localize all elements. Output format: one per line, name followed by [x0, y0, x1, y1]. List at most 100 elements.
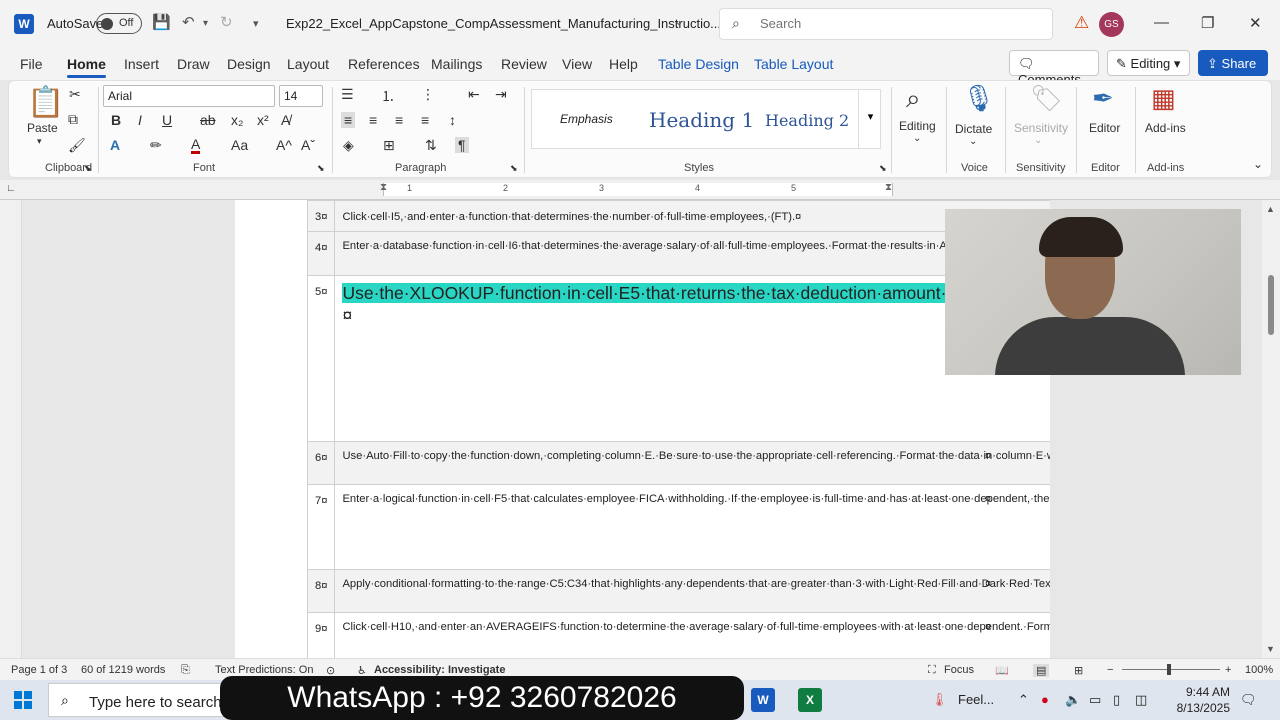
record-icon[interactable]: ● — [1041, 692, 1049, 707]
justify-icon[interactable]: ≡ — [421, 112, 429, 128]
grow-font-icon[interactable]: A^ — [276, 137, 292, 153]
notifications-icon[interactable]: 🗨 — [1240, 692, 1257, 708]
copy-icon[interactable]: ⧉ — [68, 111, 78, 128]
autosave-toggle[interactable]: Off — [96, 13, 142, 34]
show-hidden-icons-icon[interactable]: ⌃ — [1018, 692, 1029, 708]
page-count[interactable]: Page 1 of 3 — [11, 664, 67, 676]
italic-icon[interactable]: I — [138, 112, 142, 128]
zoom-slider-thumb[interactable] — [1167, 664, 1171, 675]
paste-dropdown-icon[interactable]: ▾ — [37, 136, 42, 147]
format-painter-icon[interactable]: 🖌 — [68, 137, 86, 154]
step-description[interactable]: Use·Auto·Fill·to·copy·the·function·down,… — [334, 441, 1050, 485]
strikethrough-icon[interactable]: ab — [200, 112, 216, 128]
clipboard-launcher-icon[interactable]: ⬊ — [84, 163, 92, 174]
align-center-icon[interactable]: ≡ — [369, 112, 377, 128]
show-formatting-marks-icon[interactable]: ¶ — [455, 137, 469, 153]
style-emphasis[interactable]: Emphasis — [560, 112, 613, 126]
tab-layout[interactable]: Layout — [287, 56, 329, 72]
paragraph-launcher-icon[interactable]: ⬊ — [510, 163, 518, 174]
tab-design[interactable]: Design — [227, 56, 271, 72]
sort-icon[interactable]: ⇅ — [425, 137, 437, 154]
proofing-icon[interactable]: ⎘ — [181, 664, 190, 677]
step-description[interactable]: Click·cell·I5,·and·enter·a·function·that… — [334, 200, 1050, 232]
scroll-up-icon[interactable]: ▲ — [1266, 204, 1275, 214]
windows-start-icon[interactable] — [14, 691, 32, 709]
zoom-level[interactable]: 100% — [1245, 664, 1273, 676]
zoom-out-icon[interactable]: − — [1107, 664, 1113, 676]
restore-icon[interactable]: ❐ — [1201, 14, 1214, 32]
undo-icon[interactable]: ↶ — [182, 13, 195, 31]
add-ins-icon[interactable]: ▦ — [1151, 83, 1176, 114]
zoom-in-icon[interactable]: + — [1225, 664, 1231, 676]
tab-mailings[interactable]: Mailings — [431, 56, 482, 72]
battery-icon[interactable]: ▯ — [1113, 692, 1120, 708]
decrease-indent-icon[interactable]: ⇤ — [468, 86, 480, 103]
tab-references[interactable]: References — [348, 56, 420, 72]
shading-icon[interactable]: ◈ — [343, 137, 354, 154]
styles-more-button[interactable]: ▾ — [858, 90, 882, 148]
editing-dropdown-icon[interactable]: ⌄ — [913, 133, 921, 144]
editor-label[interactable]: Editor — [1089, 121, 1120, 135]
underline-icon[interactable]: U — [162, 112, 172, 128]
font-size-select[interactable]: 14 — [279, 85, 323, 107]
step-description-selected[interactable]: Use·the·XLOOKUP·function·in·cell·E5·that… — [334, 275, 1050, 442]
title-dropdown-icon[interactable]: ⌄ — [674, 14, 684, 28]
scrollbar-thumb[interactable] — [1268, 275, 1274, 335]
right-indent-marker-icon[interactable]: ⧗ — [885, 182, 892, 193]
tab-file[interactable]: File — [20, 56, 43, 72]
avatar[interactable]: GS — [1099, 12, 1124, 37]
weather-text[interactable]: Feel... — [958, 692, 994, 707]
dictate-dropdown-icon[interactable]: ⌄ — [969, 136, 977, 147]
editing-label[interactable]: Editing — [899, 119, 936, 133]
subscript-icon[interactable]: x₂ — [231, 112, 243, 128]
text-predictions[interactable]: Text Predictions: On — [215, 664, 313, 676]
highlighted-text[interactable]: Use·the·XLOOKUP·function·in·cell·E5·that… — [342, 283, 1050, 303]
warning-icon[interactable]: ⚠ — [1074, 13, 1089, 33]
microphone-icon[interactable]: 🎙 — [962, 83, 995, 114]
styles-launcher-icon[interactable]: ⬊ — [879, 163, 887, 174]
add-ins-label[interactable]: Add-ins — [1145, 121, 1186, 135]
multilevel-list-icon[interactable]: ⋮ — [421, 86, 435, 103]
tab-insert[interactable]: Insert — [124, 56, 159, 72]
accessibility-status[interactable]: Accessibility: Investigate — [374, 664, 505, 676]
tab-review[interactable]: Review — [501, 56, 547, 72]
indent-marker-icon[interactable]: ⧗ — [380, 182, 387, 193]
dictate-label[interactable]: Dictate — [955, 122, 992, 136]
tab-help[interactable]: Help — [609, 56, 638, 72]
paste-icon[interactable]: 📋 — [27, 85, 64, 120]
style-heading-2[interactable]: Heading 2 — [765, 111, 849, 130]
print-layout-icon[interactable]: ▤ — [1033, 664, 1050, 677]
step-description[interactable]: Click·cell·H10,·and·enter·an·AVERAGEIFS·… — [334, 612, 1050, 658]
bold-icon[interactable]: B — [111, 112, 121, 128]
meet-icon[interactable]: ◫ — [1135, 692, 1147, 708]
font-launcher-icon[interactable]: ⬊ — [317, 163, 325, 174]
tab-home[interactable]: Home — [67, 56, 106, 78]
excel-taskbar-icon[interactable]: X — [798, 688, 822, 712]
document-page[interactable]: 3¤ Click·cell·I5,·and·enter·a·function·t… — [235, 200, 1050, 658]
tab-view[interactable]: View — [562, 56, 592, 72]
taskbar-search[interactable]: ⌕ Type here to search — [48, 683, 228, 717]
clear-formatting-icon[interactable]: A̸ — [281, 112, 290, 128]
line-spacing-icon[interactable]: ↕ — [449, 112, 456, 128]
zoom-slider[interactable] — [1122, 669, 1220, 670]
change-case-icon[interactable]: Aa — [231, 137, 248, 153]
read-mode-icon[interactable]: 📖 — [995, 664, 1009, 677]
redo-icon[interactable]: ↻ — [220, 13, 233, 31]
comments-button[interactable]: 🗨 Comments — [1009, 50, 1099, 87]
numbering-icon[interactable]: ⒈ — [381, 86, 395, 106]
font-color-icon[interactable]: A — [191, 137, 201, 154]
document-title[interactable]: Exp22_Excel_AppCapstone_CompAssessment_M… — [286, 16, 721, 31]
step-description[interactable]: Enter·a·logical·function·in·cell·F5·that… — [334, 484, 1050, 570]
shrink-font-icon[interactable]: Aˇ — [301, 137, 315, 153]
close-icon[interactable]: ✕ — [1249, 14, 1262, 32]
find-icon[interactable]: ⌕ — [906, 83, 921, 115]
highlight-color-icon[interactable]: ✏ — [150, 137, 162, 154]
font-name-select[interactable]: Arial — [103, 85, 275, 107]
vertical-scrollbar[interactable]: ▲ ▼ — [1262, 200, 1280, 658]
editor-icon[interactable]: ✒ — [1092, 83, 1114, 114]
clock[interactable]: 9:44 AM 8/13/2025 — [1160, 684, 1230, 716]
editing-mode-button[interactable]: ✎ Editing ▾ — [1107, 50, 1190, 76]
tab-table-design[interactable]: Table Design — [658, 56, 739, 72]
web-layout-icon[interactable]: ⊞ — [1074, 664, 1083, 677]
style-heading-1[interactable]: Heading 1 — [649, 108, 754, 132]
